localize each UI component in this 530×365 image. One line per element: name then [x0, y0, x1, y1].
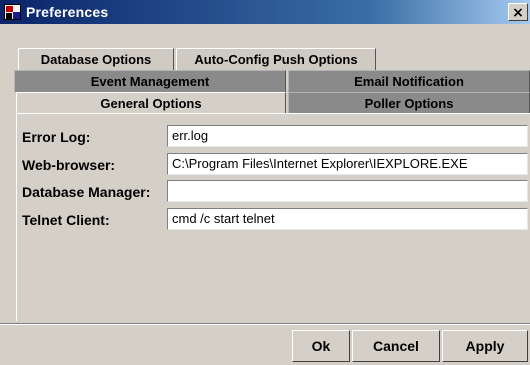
error-log-field[interactable]: err.log [167, 125, 528, 147]
tab-database-options[interactable]: Database Options [18, 48, 174, 70]
web-browser-field[interactable]: C:\Program Files\Internet Explorer\IEXPL… [167, 153, 528, 175]
tab-general-options[interactable]: General Options [16, 92, 286, 114]
preferences-window: Preferences × Database Options Auto-Conf… [0, 0, 530, 365]
tab-poller-options[interactable]: Poller Options [288, 92, 530, 114]
title-bar[interactable]: Preferences × [0, 0, 530, 24]
window-title: Preferences [26, 4, 109, 20]
cancel-button[interactable]: Cancel [352, 330, 440, 362]
tab-event-management[interactable]: Event Management [14, 70, 286, 92]
ok-button[interactable]: Ok [292, 330, 350, 362]
error-log-label: Error Log: [22, 129, 91, 145]
app-icon [4, 4, 21, 20]
tab-email-notification[interactable]: Email Notification [288, 70, 530, 92]
web-browser-label: Web-browser: [22, 157, 116, 173]
telnet-client-label: Telnet Client: [22, 212, 110, 228]
telnet-client-field[interactable]: cmd /c start telnet [167, 208, 528, 230]
tab-general-options-label: General Options [100, 96, 202, 111]
apply-button[interactable]: Apply [442, 330, 528, 362]
database-manager-field[interactable] [167, 180, 528, 202]
close-icon[interactable]: × [508, 3, 528, 21]
tab-auto-config-push-options[interactable]: Auto-Config Push Options [176, 48, 376, 70]
footer-divider [0, 323, 530, 325]
database-manager-label: Database Manager: [22, 184, 151, 200]
